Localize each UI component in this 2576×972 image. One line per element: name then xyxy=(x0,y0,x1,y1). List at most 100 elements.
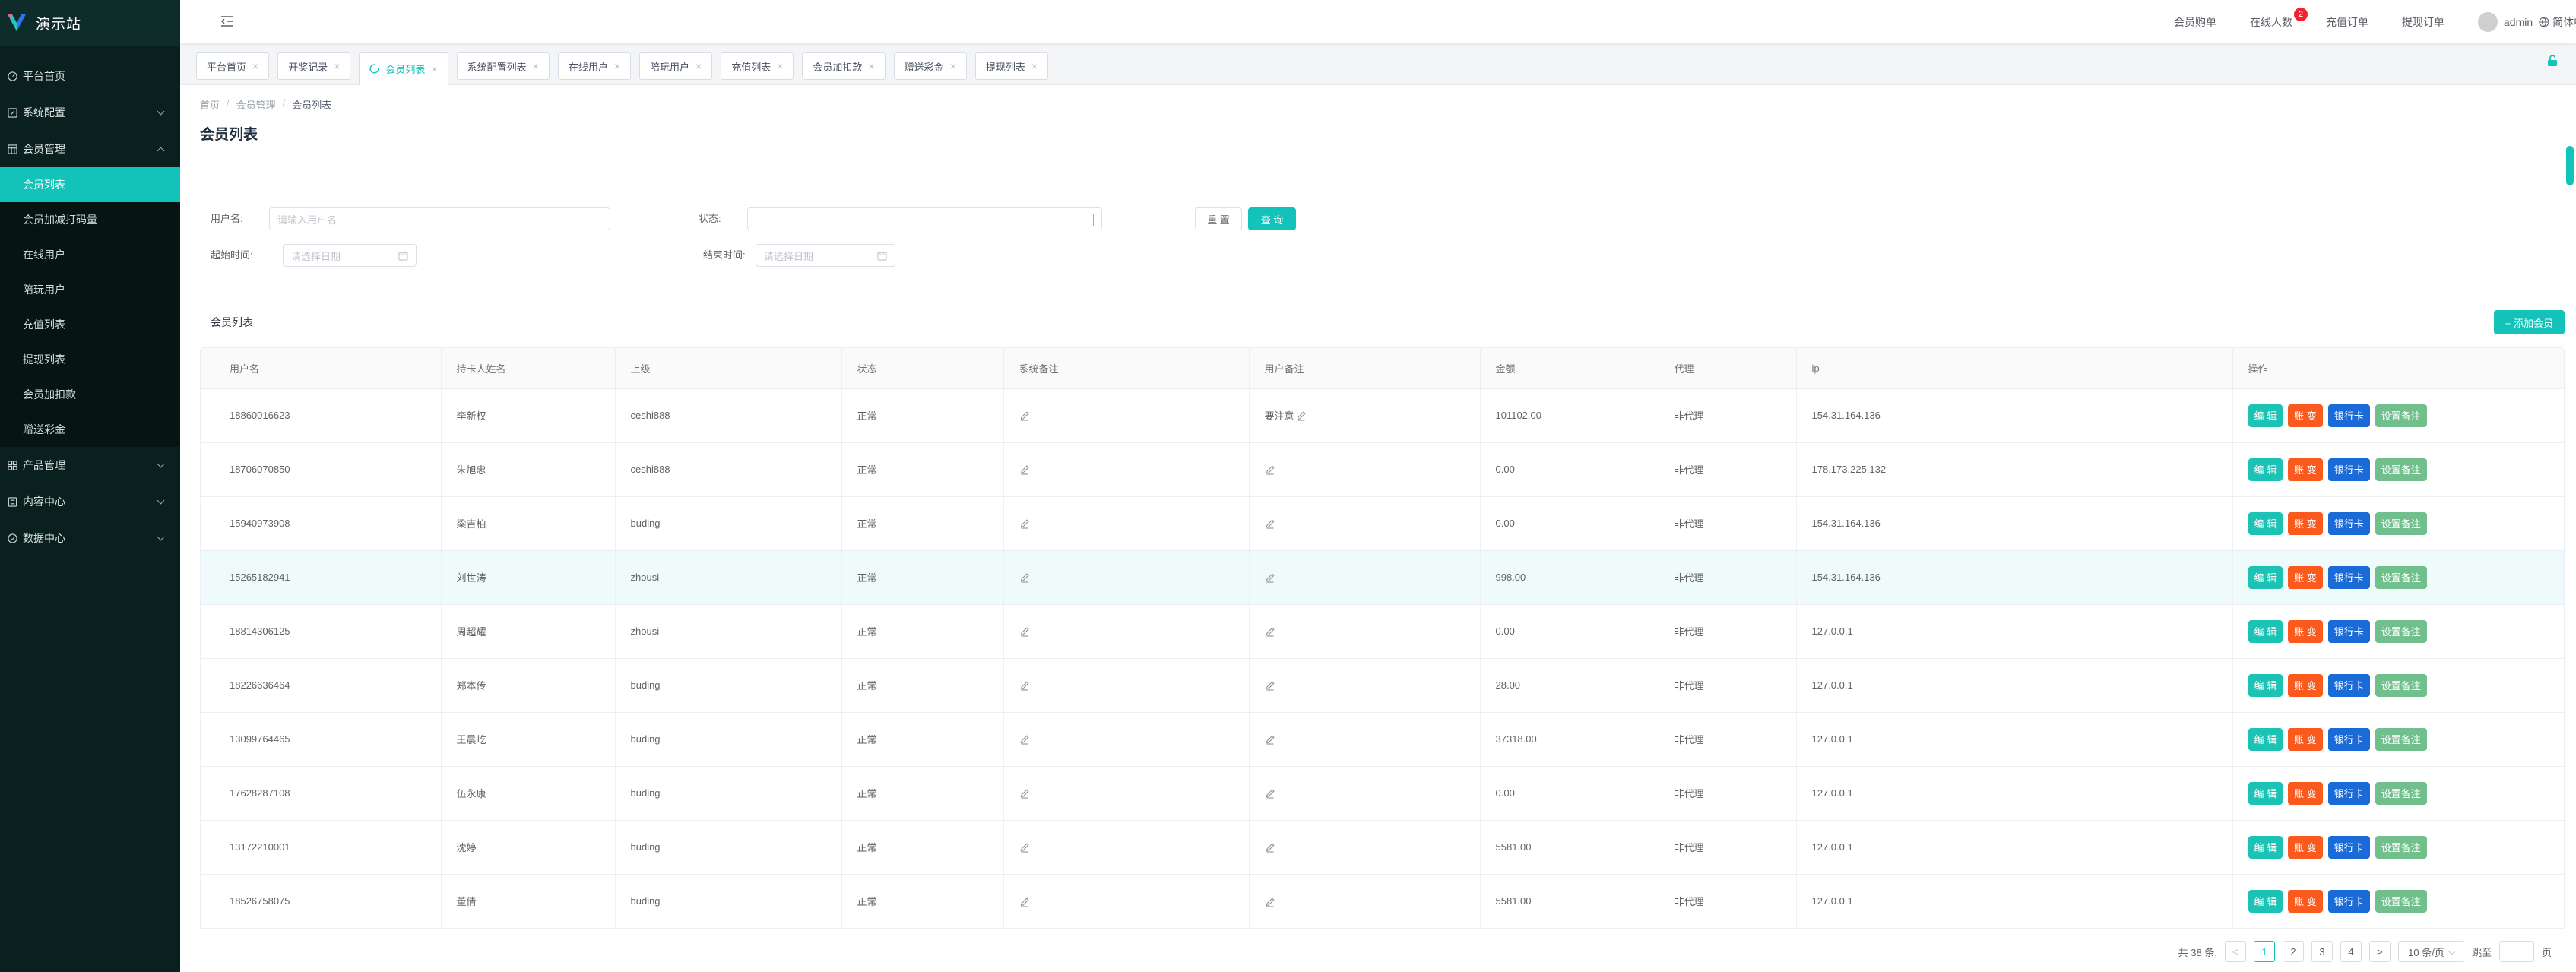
edit-note-icon[interactable] xyxy=(1019,897,1030,907)
sidebar-item-0[interactable]: 平台首页 xyxy=(0,58,180,94)
tab-9[interactable]: 提现列表 × xyxy=(974,52,1049,80)
close-icon[interactable]: × xyxy=(431,63,437,75)
sidebar-item-4[interactable]: 内容中心 xyxy=(0,483,180,520)
set-note-button[interactable]: 设置备注 xyxy=(2375,511,2427,535)
edit-button[interactable]: 编 辑 xyxy=(2248,511,2283,535)
sidebar-item-3[interactable]: 产品管理 xyxy=(0,447,180,483)
sidebar-subitem-1[interactable]: 会员加减打码量 xyxy=(0,202,180,237)
set-note-button[interactable]: 设置备注 xyxy=(2375,889,2427,913)
sidebar-subitem-4[interactable]: 充值列表 xyxy=(0,307,180,342)
start-date-input[interactable]: 请选择日期 xyxy=(283,244,417,267)
edit-note-icon[interactable] xyxy=(1265,518,1275,529)
close-icon[interactable]: × xyxy=(533,60,539,72)
edit-button[interactable]: 编 辑 xyxy=(2248,835,2283,859)
tab-3[interactable]: 系统配置列表 × xyxy=(456,52,550,80)
tab-2[interactable]: 会员列表 × xyxy=(359,52,448,85)
account-change-button[interactable]: 账 变 xyxy=(2288,835,2323,859)
add-member-button[interactable]: + 添加会员 xyxy=(2493,310,2565,334)
edit-note-icon[interactable] xyxy=(1265,788,1275,799)
end-date-input[interactable]: 请选择日期 xyxy=(756,244,895,267)
edit-button[interactable]: 编 辑 xyxy=(2248,673,2283,697)
tab-6[interactable]: 充值列表 × xyxy=(721,52,794,80)
bank-card-button[interactable]: 银行卡 xyxy=(2327,619,2370,643)
account-change-button[interactable]: 账 变 xyxy=(2288,619,2323,643)
set-note-button[interactable]: 设置备注 xyxy=(2375,781,2427,805)
account-change-button[interactable]: 账 变 xyxy=(2288,673,2323,697)
edit-note-icon[interactable] xyxy=(1019,572,1030,583)
set-note-button[interactable]: 设置备注 xyxy=(2375,673,2427,697)
account-change-button[interactable]: 账 变 xyxy=(2288,889,2323,913)
sidebar-subitem-7[interactable]: 赠送彩金 xyxy=(0,412,180,447)
topbar-link-2[interactable]: 充值订单 xyxy=(2326,14,2368,30)
bank-card-button[interactable]: 银行卡 xyxy=(2327,781,2370,805)
edit-note-icon[interactable] xyxy=(1265,626,1275,637)
set-note-button[interactable]: 设置备注 xyxy=(2375,458,2427,481)
account-change-button[interactable]: 账 变 xyxy=(2288,565,2323,589)
edit-button[interactable]: 编 辑 xyxy=(2248,781,2283,805)
edit-note-icon[interactable] xyxy=(1019,626,1030,637)
edit-note-icon[interactable] xyxy=(1265,897,1275,907)
bank-card-button[interactable]: 银行卡 xyxy=(2327,458,2370,481)
account-change-button[interactable]: 账 变 xyxy=(2288,404,2323,427)
set-note-button[interactable]: 设置备注 xyxy=(2375,835,2427,859)
set-note-button[interactable]: 设置备注 xyxy=(2375,565,2427,589)
topbar-link-0[interactable]: 会员购单 xyxy=(2174,14,2216,30)
page-button-3[interactable]: 3 xyxy=(2311,941,2333,962)
edit-button[interactable]: 编 辑 xyxy=(2248,458,2283,481)
close-icon[interactable]: × xyxy=(1031,60,1038,72)
page-size-select[interactable]: 10 条/页 xyxy=(2397,941,2464,962)
tab-1[interactable]: 开奖记录 × xyxy=(277,52,351,80)
set-note-button[interactable]: 设置备注 xyxy=(2375,727,2427,751)
edit-note-icon[interactable] xyxy=(1019,788,1030,799)
edit-note-icon[interactable] xyxy=(1265,734,1275,745)
edit-note-icon[interactable] xyxy=(1019,734,1030,745)
tab-0[interactable]: 平台首页 × xyxy=(196,52,270,80)
sidebar-subitem-5[interactable]: 提现列表 xyxy=(0,342,180,377)
user-name[interactable]: admin xyxy=(2504,16,2533,28)
account-change-button[interactable]: 账 变 xyxy=(2288,727,2323,751)
edit-note-icon[interactable] xyxy=(1296,410,1307,421)
sidebar-collapse-icon[interactable] xyxy=(220,15,234,27)
tab-4[interactable]: 在线用户 × xyxy=(557,52,632,80)
tab-7[interactable]: 会员加扣款 × xyxy=(802,52,886,80)
close-icon[interactable]: × xyxy=(614,60,620,72)
account-change-button[interactable]: 账 变 xyxy=(2288,511,2323,535)
edit-note-icon[interactable] xyxy=(1265,680,1275,691)
account-change-button[interactable]: 账 变 xyxy=(2288,458,2323,481)
sidebar-subitem-2[interactable]: 在线用户 xyxy=(0,237,180,272)
edit-button[interactable]: 编 辑 xyxy=(2248,619,2283,643)
search-button[interactable]: 查 询 xyxy=(1248,207,1296,230)
page-jump-input[interactable] xyxy=(2498,941,2534,962)
set-note-button[interactable]: 设置备注 xyxy=(2375,619,2427,643)
tab-8[interactable]: 赠送彩金 × xyxy=(893,52,967,80)
close-icon[interactable]: × xyxy=(777,60,783,72)
sidebar-item-2[interactable]: 会员管理 xyxy=(0,131,180,167)
sidebar-item-1[interactable]: 系统配置 xyxy=(0,94,180,131)
topbar-link-3[interactable]: 提现订单 xyxy=(2402,14,2445,30)
bank-card-button[interactable]: 银行卡 xyxy=(2327,511,2370,535)
close-icon[interactable]: × xyxy=(334,60,340,72)
language-switcher[interactable]: 简体中文 xyxy=(2539,14,2576,30)
reset-button[interactable]: 重 置 xyxy=(1195,207,1242,230)
edit-note-icon[interactable] xyxy=(1019,410,1030,421)
bank-card-button[interactable]: 银行卡 xyxy=(2327,889,2370,913)
sidebar-item-5[interactable]: 数据中心 xyxy=(0,520,180,556)
close-icon[interactable]: × xyxy=(868,60,874,72)
page-button-2[interactable]: 2 xyxy=(2282,941,2304,962)
breadcrumb-item[interactable]: 会员管理 xyxy=(236,97,276,112)
page-button-1[interactable]: 1 xyxy=(2253,941,2275,962)
sidebar-subitem-3[interactable]: 陪玩用户 xyxy=(0,272,180,307)
breadcrumb-item[interactable]: 首页 xyxy=(200,97,220,112)
bank-card-button[interactable]: 银行卡 xyxy=(2327,565,2370,589)
page-button-4[interactable]: 4 xyxy=(2340,941,2362,962)
tab-5[interactable]: 陪玩用户 × xyxy=(639,52,713,80)
edit-note-icon[interactable] xyxy=(1019,842,1030,853)
edit-button[interactable]: 编 辑 xyxy=(2248,404,2283,427)
edit-button[interactable]: 编 辑 xyxy=(2248,889,2283,913)
edit-note-icon[interactable] xyxy=(1265,464,1275,475)
bank-card-button[interactable]: 银行卡 xyxy=(2327,404,2370,427)
next-page-button[interactable]: > xyxy=(2368,941,2391,962)
set-note-button[interactable]: 设置备注 xyxy=(2375,404,2427,427)
scrollbar-thumb[interactable] xyxy=(2566,146,2574,185)
bank-card-button[interactable]: 银行卡 xyxy=(2327,835,2370,859)
